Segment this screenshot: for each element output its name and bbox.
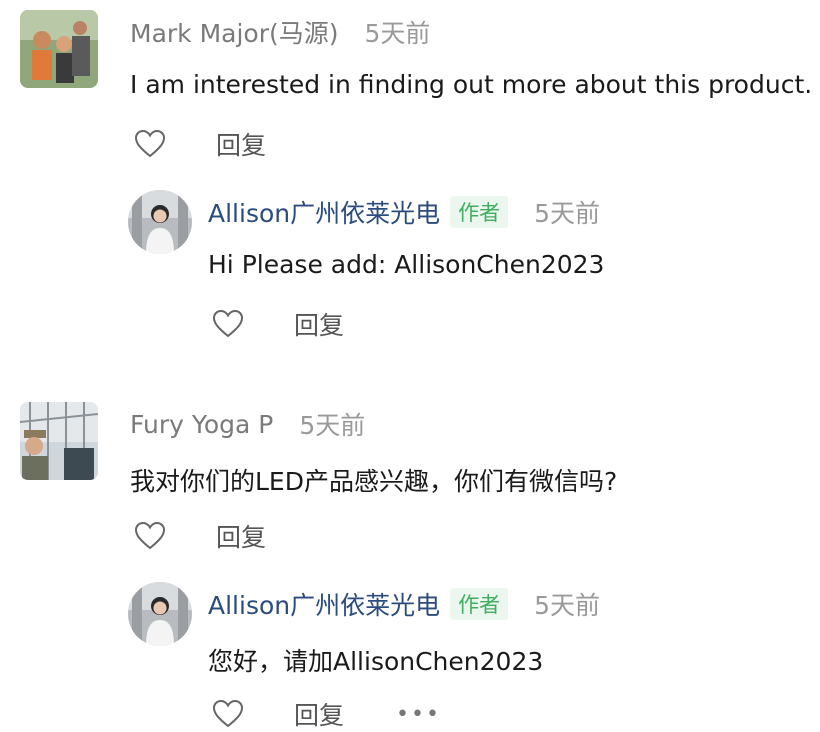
avatar-image [20,10,98,88]
reply-button[interactable]: 回复 [216,518,266,554]
avatar[interactable] [128,190,192,254]
reply-time: 5天前 [534,199,601,228]
reply-text: Hi Please add: AllisonChen2023 [208,250,605,279]
heart-icon[interactable] [212,699,244,729]
reply-button[interactable]: 回复 [294,306,344,342]
author-badge: 作者 [450,588,509,620]
comment-time: 5天前 [364,19,431,48]
comment-username[interactable]: Fury Yoga P [130,410,273,439]
avatar-image [20,402,98,480]
avatar[interactable] [128,582,192,646]
more-dots-icon[interactable]: ••• [396,702,441,727]
reply-username[interactable]: Allison广州依莱光电 [208,194,440,230]
reply-username[interactable]: Allison广州依莱光电 [208,586,440,622]
reply-button[interactable]: 回复 [294,696,344,732]
reply-text: 您好，请加AllisonChen2023 [208,647,544,676]
comment-text: I am interested in finding out more abou… [130,70,813,99]
avatar-image [128,190,192,254]
reply-time: 5天前 [534,591,601,620]
heart-icon[interactable] [134,129,166,159]
avatar-image [128,582,192,646]
avatar[interactable] [20,10,98,88]
comment-username[interactable]: Mark Major(马源) [130,14,339,50]
comment-text: 我对你们的LED产品感兴趣，你们有微信吗? [130,467,618,496]
reply-button[interactable]: 回复 [216,126,266,162]
heart-icon[interactable] [212,309,244,339]
comment-time: 5天前 [299,411,366,440]
heart-icon[interactable] [134,521,166,551]
author-badge: 作者 [450,196,509,228]
avatar[interactable] [20,402,98,480]
